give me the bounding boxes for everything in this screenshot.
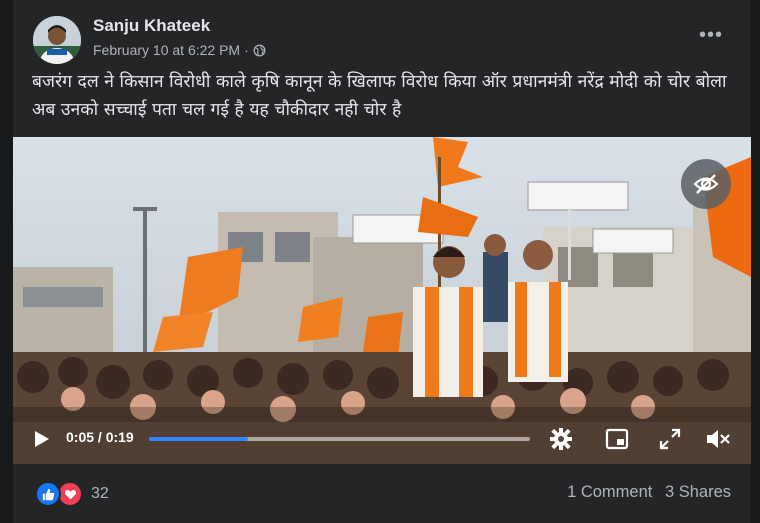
video-player[interactable]: 0:05 / 0:19 [13, 137, 751, 464]
video-controls: 0:05 / 0:19 [13, 413, 751, 463]
more-options-icon[interactable]: ••• [699, 24, 723, 47]
comments-count[interactable]: 1 Comment [567, 483, 652, 501]
post-meta: February 10 at 6:22 PM · [93, 42, 266, 58]
globe-icon [253, 44, 266, 56]
author-name[interactable]: Sanju Khateek [93, 16, 210, 36]
post-date[interactable]: February 10 at 6:22 PM [93, 42, 240, 58]
avatar-photo [33, 16, 81, 64]
settings-icon[interactable] [549, 427, 573, 451]
video-progress-fill [149, 437, 249, 441]
meta-separator: · [244, 42, 249, 58]
play-icon[interactable] [31, 429, 51, 449]
video-time: 0:05 / 0:19 [66, 429, 134, 445]
fullscreen-icon[interactable] [658, 427, 682, 451]
hide-eye-icon[interactable] [681, 159, 731, 209]
picture-in-picture-icon[interactable] [605, 427, 629, 451]
video-progress-bar[interactable] [149, 437, 530, 441]
post-text: बजरंग दल ने किसान विरोधी काले कृषि कानून… [32, 72, 727, 120]
reactions-summary[interactable]: 32 [35, 481, 109, 507]
mute-icon[interactable] [705, 427, 731, 451]
like-icon [35, 481, 61, 507]
author-avatar[interactable] [33, 16, 81, 64]
post-footer: 32 1 Comment 3 Shares [13, 464, 751, 523]
shares-count[interactable]: 3 Shares [665, 483, 731, 501]
post-card: Sanju Khateek February 10 at 6:22 PM · •… [13, 0, 751, 523]
engagement-stats: 1 Comment 3 Shares [559, 483, 731, 502]
reaction-count: 32 [91, 485, 109, 502]
